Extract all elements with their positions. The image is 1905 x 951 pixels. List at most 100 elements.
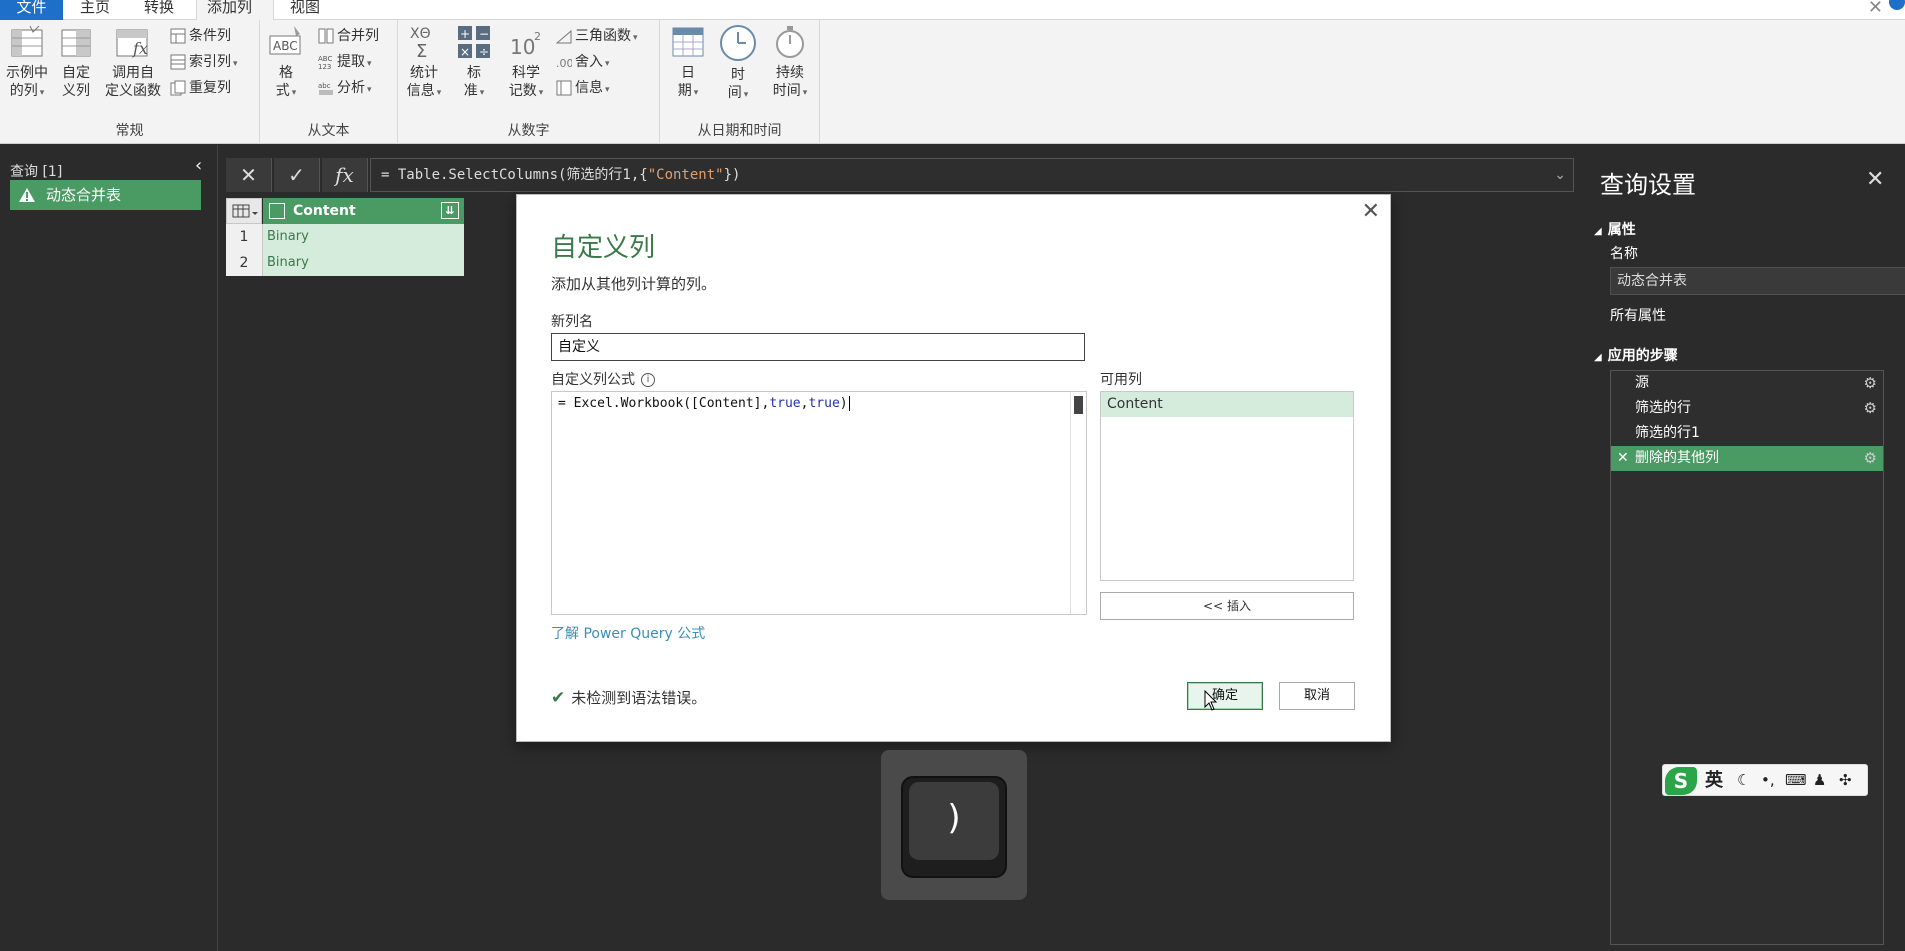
statistics-label-2: 信息: [406, 83, 435, 99]
custom-column-button[interactable]: 自定 义列: [54, 24, 98, 100]
formula-input[interactable]: = Table.SelectColumns(筛选的行1,{"Content"}): [370, 158, 1574, 192]
table-menu-icon[interactable]: [226, 198, 262, 224]
collapse-triangle-icon: ◢: [1594, 352, 1602, 363]
gear-icon[interactable]: ⚙: [1864, 371, 1877, 396]
step-label: 源: [1635, 375, 1649, 391]
window-close-icon[interactable]: ✕: [1868, 0, 1883, 18]
table-cell[interactable]: Binary: [263, 250, 464, 276]
moon-icon[interactable]: ☾: [1737, 771, 1750, 789]
mouse-cursor-icon: [1204, 690, 1218, 711]
properties-label: 属性: [1607, 222, 1636, 238]
scientific-button[interactable]: 10 2 科学 记数 ▾: [502, 24, 550, 102]
standard-button[interactable]: + − × ÷ 标 准 ▾: [452, 24, 496, 102]
insert-button[interactable]: << 插入: [1100, 592, 1354, 620]
rounding-button[interactable]: .00 舍入 ▾: [556, 50, 610, 74]
trigonometry-icon: [556, 29, 572, 44]
stopwatch-icon: [776, 26, 804, 58]
formula-scrollbar[interactable]: [1070, 392, 1086, 614]
conditional-column-button[interactable]: 条件列: [170, 24, 231, 48]
step-item[interactable]: 筛选的行1: [1611, 421, 1883, 446]
calendar-icon: [672, 27, 704, 57]
duration-button[interactable]: 持续 时间 ▾: [766, 24, 814, 102]
warning-icon: [19, 188, 35, 202]
scientific-icon: 10 2: [510, 30, 541, 59]
svg-text:.00: .00: [556, 57, 572, 70]
gear-icon[interactable]: ⚙: [1864, 446, 1877, 471]
tab-transform[interactable]: 转换: [134, 0, 184, 20]
available-column-item[interactable]: Content: [1101, 392, 1353, 417]
conditional-column-label: 条件列: [189, 28, 231, 44]
step-item[interactable]: 源 ⚙: [1611, 371, 1883, 396]
table-row: 2 Binary: [226, 250, 464, 276]
keyboard-icon[interactable]: ⌨: [1785, 771, 1807, 789]
ribbon-group-from-text-label: 从文本: [307, 123, 350, 139]
invoke-function-label-2: 定义函数: [105, 83, 161, 99]
new-column-name-input[interactable]: 自定义: [551, 333, 1085, 361]
collapse-pane-icon[interactable]: ‹: [195, 155, 202, 176]
close-settings-icon[interactable]: ✕: [1866, 167, 1884, 192]
svg-text:2: 2: [534, 30, 541, 43]
statistics-button[interactable]: XΘ Σ 统计 信息 ▾: [402, 24, 446, 102]
format-button[interactable]: ABC 格 式 ▾: [268, 24, 304, 102]
column-type-icon[interactable]: [269, 203, 285, 219]
svg-text:123: 123: [318, 63, 331, 70]
punctuation-icon[interactable]: •,: [1761, 771, 1775, 789]
tab-add-column[interactable]: 添加列: [196, 0, 274, 20]
ime-language-toggle[interactable]: 英: [1705, 767, 1723, 795]
learn-formula-link[interactable]: 了解 Power Query 公式: [551, 623, 705, 643]
trigonometry-button[interactable]: 三角函数 ▾: [556, 24, 638, 48]
svg-text:XΘ: XΘ: [410, 26, 431, 42]
sogou-logo-icon[interactable]: S: [1665, 767, 1697, 795]
cancel-button[interactable]: 取消: [1279, 682, 1355, 710]
query-settings-title: 查询设置: [1600, 171, 1696, 199]
applied-steps-label: 应用的步骤: [1607, 348, 1678, 364]
commit-formula-icon[interactable]: ✓: [274, 158, 320, 192]
merge-columns-button[interactable]: 合并列: [318, 24, 379, 48]
index-column-button[interactable]: 索引列 ▾: [170, 50, 238, 74]
table-icon: [232, 204, 258, 218]
standard-label: 标: [467, 65, 481, 81]
all-properties-link[interactable]: 所有属性: [1610, 305, 1666, 325]
query-item[interactable]: 动态合并表: [10, 180, 201, 210]
ok-button[interactable]: 确定: [1187, 682, 1263, 710]
information-button[interactable]: 信息 ▾: [556, 76, 610, 100]
custom-formula-editor[interactable]: = Excel.Workbook([Content],true,true): [551, 391, 1087, 615]
tab-view[interactable]: 视图: [280, 0, 330, 20]
step-item[interactable]: 筛选的行 ⚙: [1611, 396, 1883, 421]
tab-file[interactable]: 文件: [0, 0, 63, 20]
ribbon-group-general-label: 常规: [115, 123, 144, 139]
grid-menu-icon[interactable]: ✣: [1839, 771, 1852, 789]
column-from-examples-button[interactable]: 示例中 的列 ▾: [2, 24, 52, 102]
formula-prefix: = Table.SelectColumns(筛选的行1,{: [381, 167, 648, 183]
invoke-custom-function-button[interactable]: fx 调用自 定义函数: [100, 24, 166, 100]
format-label: 格: [279, 65, 293, 81]
scrollbar-thumb[interactable]: [1074, 396, 1083, 414]
column-header-content[interactable]: Content ⇊: [263, 198, 464, 224]
delete-step-icon[interactable]: ✕: [1617, 446, 1629, 471]
parse-button[interactable]: abc 分析 ▾: [318, 76, 372, 100]
tab-home[interactable]: 主页: [70, 0, 120, 20]
help-icon[interactable]: [1889, 0, 1905, 10]
cancel-formula-icon[interactable]: ✕: [226, 158, 272, 192]
dialog-close-icon[interactable]: ✕: [1362, 199, 1380, 224]
ribbon: 示例中 的列 ▾ 自定 义列 fx 调用自 定义函数 条件列 索引列 ▾ 重复列…: [0, 20, 1905, 144]
standard-label-2: 准: [463, 83, 478, 99]
expand-column-icon[interactable]: ⇊: [441, 202, 459, 219]
date-button[interactable]: 日 期 ▾: [668, 24, 708, 102]
key-label: ): [909, 782, 999, 860]
extract-button[interactable]: ABC 123 提取 ▾: [318, 50, 372, 74]
properties-section[interactable]: ◢ 属性: [1594, 219, 1636, 239]
applied-steps-section[interactable]: ◢ 应用的步骤: [1594, 345, 1678, 365]
table-cell[interactable]: Binary: [263, 224, 464, 250]
query-name-input[interactable]: 动态合并表: [1610, 267, 1905, 295]
step-item-selected[interactable]: ✕ 删除的其他列 ⚙: [1611, 446, 1883, 471]
duplicate-column-button[interactable]: 重复列: [170, 76, 231, 100]
time-button[interactable]: 时 间 ▾: [716, 24, 760, 104]
svg-text:ABC: ABC: [318, 55, 332, 63]
info-icon[interactable]: i: [641, 373, 655, 387]
gear-icon[interactable]: ⚙: [1864, 396, 1877, 421]
expand-formula-icon[interactable]: ⌄: [1554, 158, 1566, 192]
user-icon[interactable]: ♟: [1813, 771, 1826, 789]
fx-icon[interactable]: fx: [322, 158, 368, 192]
information-icon: [556, 80, 572, 96]
